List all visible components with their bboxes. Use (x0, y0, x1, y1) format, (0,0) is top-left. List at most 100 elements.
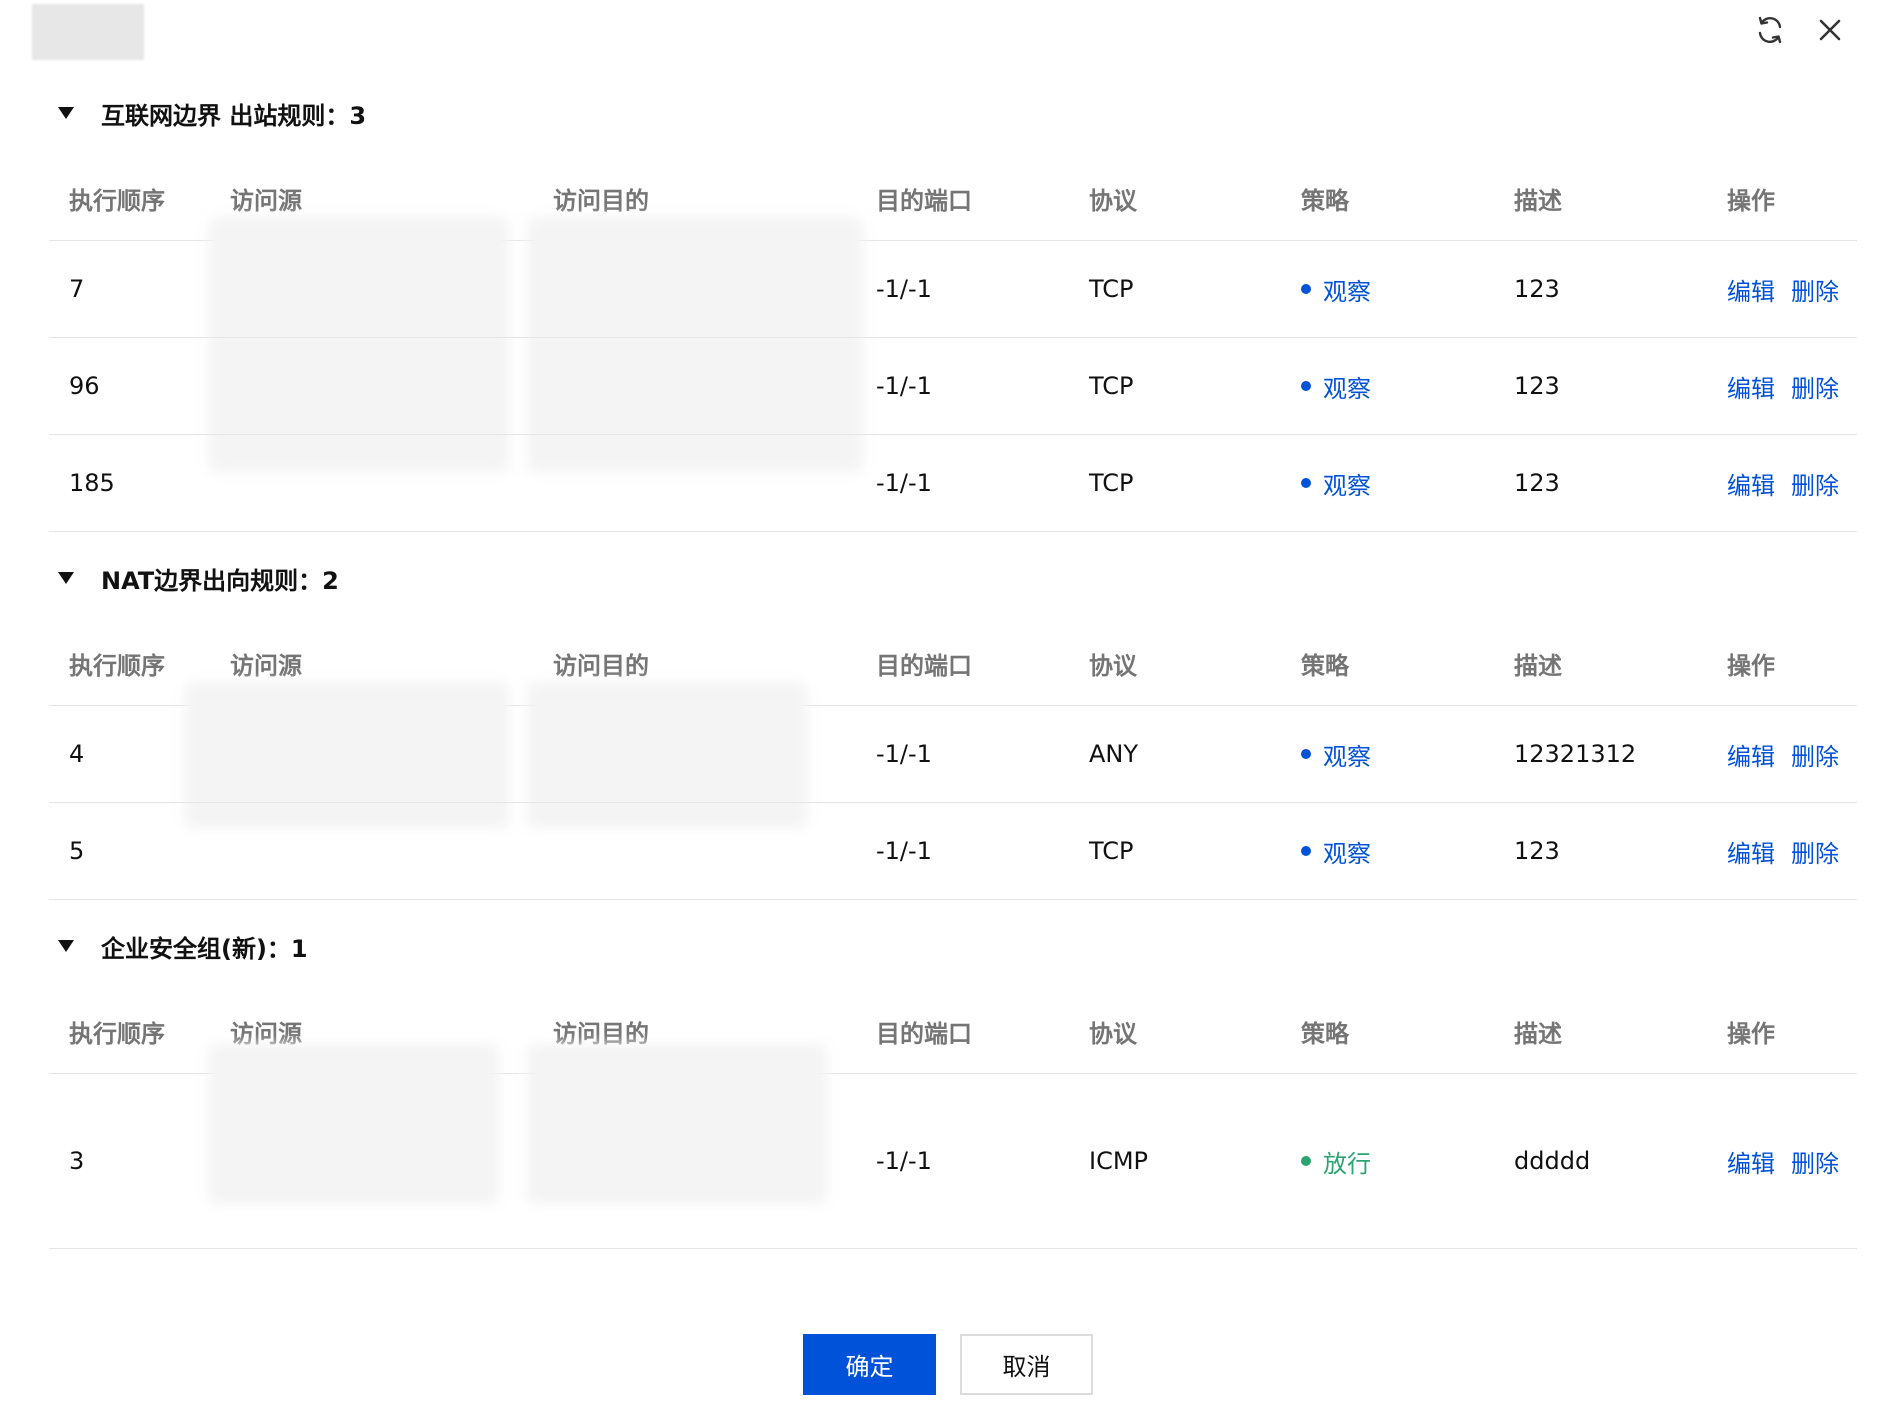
column-header-protocol: 协议 (1089, 187, 1137, 215)
section-header: 互联网边界 出站规则：3 (49, 93, 1857, 133)
rule-protocol: TCP (1089, 372, 1134, 400)
rule-protocol: TCP (1089, 469, 1134, 497)
table-row: 3 -1/-1 ICMP 放行 ddddd 编辑 删除 (49, 1074, 1857, 1249)
dialog-footer: 确定 取消 (0, 1334, 1896, 1395)
status-dot (1301, 846, 1311, 856)
section-header: 企业安全组(新)：1 (49, 926, 1857, 966)
rule-order: 96 (69, 372, 100, 400)
rule-order: 7 (69, 275, 85, 303)
delete-link[interactable]: 删除 (1791, 834, 1839, 869)
column-header-protocol: 协议 (1089, 1020, 1137, 1048)
row-actions: 编辑 删除 (1727, 369, 1839, 404)
status-dot (1301, 749, 1311, 759)
dialog-toolbar (1752, 12, 1848, 48)
edit-link[interactable]: 编辑 (1727, 1144, 1775, 1179)
table-row: 4 -1/-1 ANY 观察 12321312 编辑 删除 (49, 706, 1857, 803)
rule-port: -1/-1 (876, 740, 932, 768)
row-actions: 编辑 删除 (1727, 737, 1839, 772)
collapse-caret-icon[interactable] (55, 102, 77, 124)
rule-port: -1/-1 (876, 372, 932, 400)
rule-policy: 放行 (1301, 1144, 1371, 1179)
column-header-description: 描述 (1514, 187, 1562, 215)
rule-policy: 观察 (1301, 834, 1371, 869)
rule-port: -1/-1 (876, 275, 932, 303)
section-title: 互联网边界 出站规则：3 (101, 101, 367, 130)
column-header-port: 目的端口 (876, 1020, 972, 1048)
rule-protocol: TCP (1089, 837, 1134, 865)
policy-label: 观察 (1323, 839, 1371, 868)
table-row: 185 -1/-1 TCP 观察 123 编辑 删除 (49, 435, 1857, 532)
section-nat-outbound: NAT边界出向规则：2 执行顺序 访问源 访问目的 目的端口 协议 策略 描述 … (49, 558, 1857, 900)
rule-port: -1/-1 (876, 469, 932, 497)
section-enterprise-security-group: 企业安全组(新)：1 执行顺序 访问源 访问目的 目的端口 协议 策略 描述 操… (49, 926, 1857, 1249)
rules-table: 执行顺序 访问源 访问目的 目的端口 协议 策略 描述 操作 4 -1/-1 A… (49, 622, 1857, 900)
delete-link[interactable]: 删除 (1791, 272, 1839, 307)
edit-link[interactable]: 编辑 (1727, 369, 1775, 404)
rule-protocol: TCP (1089, 275, 1134, 303)
edit-link[interactable]: 编辑 (1727, 834, 1775, 869)
confirm-button[interactable]: 确定 (803, 1334, 936, 1395)
rule-port: -1/-1 (876, 1147, 932, 1175)
rule-order: 5 (69, 837, 85, 865)
rule-port: -1/-1 (876, 837, 932, 865)
row-actions: 编辑 删除 (1727, 466, 1839, 501)
section-internet-outbound: 互联网边界 出站规则：3 执行顺序 访问源 访问目的 目的端口 协议 策略 描述… (49, 93, 1857, 532)
column-header-policy: 策略 (1301, 652, 1349, 680)
policy-label: 观察 (1323, 742, 1371, 771)
rule-order: 3 (69, 1147, 85, 1175)
policy-label: 观察 (1323, 374, 1371, 403)
delete-link[interactable]: 删除 (1791, 737, 1839, 772)
column-header-port: 目的端口 (876, 187, 972, 215)
column-header-description: 描述 (1514, 652, 1562, 680)
rule-protocol: ICMP (1089, 1147, 1149, 1175)
table-row: 96 -1/-1 TCP 观察 123 编辑 删除 (49, 338, 1857, 435)
rule-description: 12321312 (1514, 740, 1637, 768)
rule-description: 123 (1514, 372, 1560, 400)
delete-link[interactable]: 删除 (1791, 466, 1839, 501)
column-header-description: 描述 (1514, 1020, 1562, 1048)
policy-label: 观察 (1323, 471, 1371, 500)
dialog-title-redacted (32, 4, 144, 60)
column-header-port: 目的端口 (876, 652, 972, 680)
row-actions: 编辑 删除 (1727, 272, 1839, 307)
row-actions: 编辑 删除 (1727, 834, 1839, 869)
rule-policy: 观察 (1301, 466, 1371, 501)
column-header-protocol: 协议 (1089, 652, 1137, 680)
rule-order: 4 (69, 740, 85, 768)
rules-table: 执行顺序 访问源 访问目的 目的端口 协议 策略 描述 操作 3 -1/-1 I… (49, 990, 1857, 1249)
column-header-source: 访问源 (230, 187, 302, 215)
column-header-destination: 访问目的 (553, 187, 649, 215)
column-header-actions: 操作 (1727, 652, 1775, 680)
collapse-caret-icon[interactable] (55, 935, 77, 957)
policy-label: 观察 (1323, 277, 1371, 306)
edit-link[interactable]: 编辑 (1727, 737, 1775, 772)
column-header-destination: 访问目的 (553, 652, 649, 680)
rule-policy: 观察 (1301, 272, 1371, 307)
column-header-policy: 策略 (1301, 1020, 1349, 1048)
table-row: 7 -1/-1 TCP 观察 123 编辑 删除 (49, 241, 1857, 338)
rule-protocol: ANY (1089, 740, 1139, 768)
delete-link[interactable]: 删除 (1791, 1144, 1839, 1179)
rule-policy: 观察 (1301, 369, 1371, 404)
row-actions: 编辑 删除 (1727, 1144, 1839, 1179)
refresh-icon[interactable] (1752, 12, 1788, 48)
cancel-button[interactable]: 取消 (960, 1334, 1093, 1395)
table-row: 5 -1/-1 TCP 观察 123 编辑 删除 (49, 803, 1857, 900)
collapse-caret-icon[interactable] (55, 567, 77, 589)
column-header-order: 执行顺序 (69, 187, 165, 215)
rules-table: 执行顺序 访问源 访问目的 目的端口 协议 策略 描述 操作 7 -1/-1 T… (49, 157, 1857, 532)
status-dot (1301, 1156, 1311, 1166)
edit-link[interactable]: 编辑 (1727, 466, 1775, 501)
rule-description: ddddd (1514, 1147, 1591, 1175)
delete-link[interactable]: 删除 (1791, 369, 1839, 404)
edit-link[interactable]: 编辑 (1727, 272, 1775, 307)
rule-description: 123 (1514, 469, 1560, 497)
status-dot (1301, 284, 1311, 294)
rule-description: 123 (1514, 837, 1560, 865)
rule-description: 123 (1514, 275, 1560, 303)
close-icon[interactable] (1812, 12, 1848, 48)
status-dot (1301, 381, 1311, 391)
column-header-actions: 操作 (1727, 1020, 1775, 1048)
section-header: NAT边界出向规则：2 (49, 558, 1857, 598)
rule-policy: 观察 (1301, 737, 1371, 772)
